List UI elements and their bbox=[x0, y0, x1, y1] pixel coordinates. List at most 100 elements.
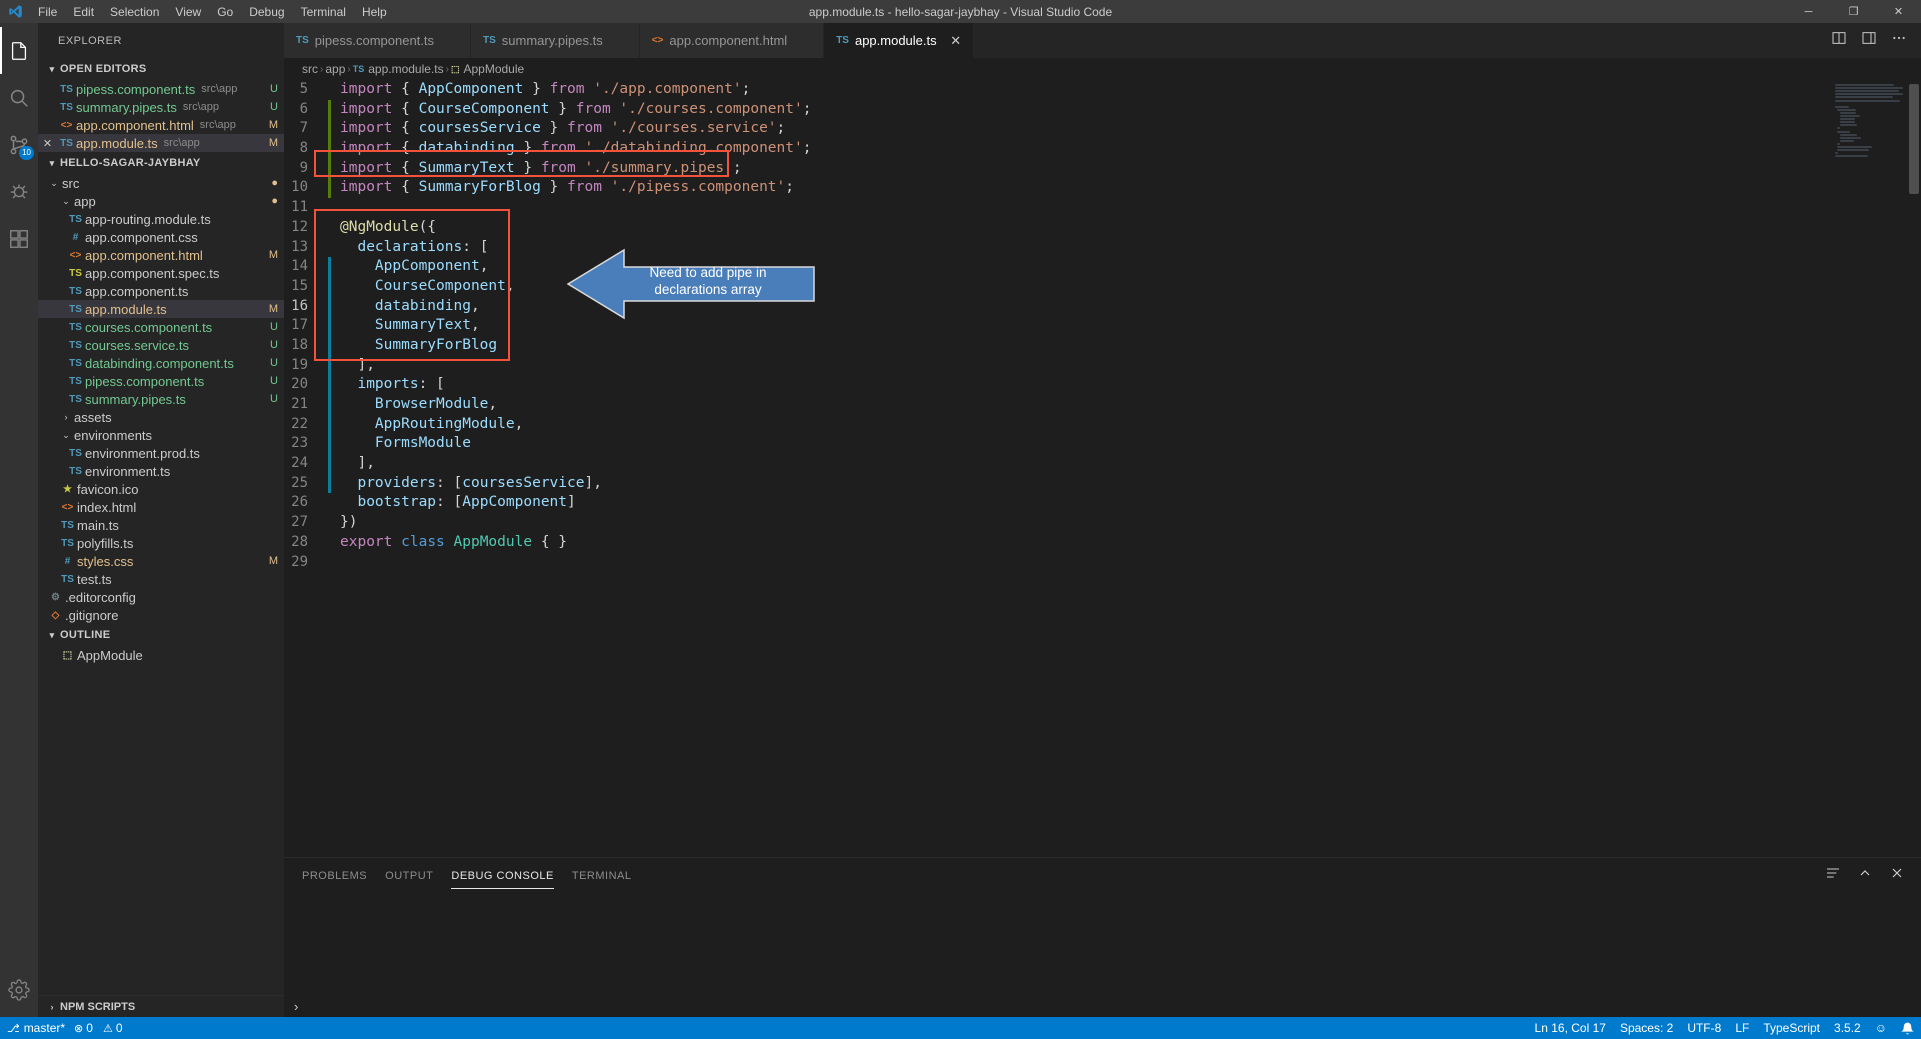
file-item[interactable]: TS databinding.component.ts U bbox=[38, 354, 284, 372]
file-item[interactable]: TS app.component.spec.ts bbox=[38, 264, 284, 282]
debug-console-input[interactable]: › bbox=[284, 995, 1921, 1017]
panel-tab[interactable]: PROBLEMS bbox=[302, 862, 367, 889]
code-text[interactable]: export class AppModule { } bbox=[331, 533, 567, 553]
status-branch[interactable]: ⎇ master* bbox=[0, 1017, 72, 1039]
code-line[interactable]: 6 import { CourseComponent } from './cour… bbox=[284, 99, 1831, 120]
panel-tab[interactable]: DEBUG CONSOLE bbox=[451, 862, 554, 889]
search-icon[interactable] bbox=[0, 74, 38, 121]
code-lines[interactable]: 5 import { AppComponent } from './app.com… bbox=[284, 80, 1831, 572]
status-encoding[interactable]: UTF-8 bbox=[1680, 1017, 1728, 1039]
editor-vertical-scrollbar[interactable] bbox=[1907, 80, 1921, 857]
status-cursor-position[interactable]: Ln 16, Col 17 bbox=[1528, 1017, 1613, 1039]
file-item[interactable]: TS app.module.ts M bbox=[38, 300, 284, 318]
open-editor-item[interactable]: TS pipess.component.ts src\app U bbox=[38, 80, 284, 98]
npm-scripts-header[interactable]: › NPM SCRIPTS bbox=[38, 995, 284, 1017]
file-item[interactable]: ★ favicon.ico bbox=[38, 480, 284, 498]
outline-item[interactable]: ⬚ AppModule bbox=[38, 646, 284, 664]
tab-close-icon[interactable]: ✕ bbox=[949, 33, 963, 49]
code-line[interactable]: 28 export class AppModule { } bbox=[284, 533, 1831, 553]
code-line[interactable]: 7 import { coursesService } from './cours… bbox=[284, 119, 1831, 140]
code-text[interactable]: import { databinding } from './databindi… bbox=[331, 139, 811, 159]
file-item[interactable]: TS polyfills.ts bbox=[38, 534, 284, 552]
code-line[interactable]: 27}) bbox=[284, 513, 1831, 533]
extensions-icon[interactable] bbox=[0, 215, 38, 262]
maximize-button[interactable]: ❐ bbox=[1831, 0, 1876, 23]
file-item[interactable]: TS app.component.ts bbox=[38, 282, 284, 300]
breadcrumb-item[interactable]: ⬚ AppModule bbox=[451, 62, 524, 76]
status-typescript-version[interactable]: 3.5.2 bbox=[1827, 1017, 1868, 1039]
scrollbar-thumb[interactable] bbox=[1909, 84, 1919, 194]
code-line[interactable]: 20 imports: [ bbox=[284, 375, 1831, 395]
code-line[interactable]: 10 import { SummaryForBlog } from './pipe… bbox=[284, 178, 1831, 199]
panel-tab[interactable]: OUTPUT bbox=[385, 862, 433, 889]
source-control-icon[interactable]: 10 bbox=[0, 121, 38, 168]
panel-tab[interactable]: TERMINAL bbox=[572, 862, 632, 889]
code-text[interactable] bbox=[331, 553, 349, 573]
code-text[interactable]: bootstrap: [AppComponent] bbox=[331, 493, 575, 513]
code-line[interactable]: 8 import { databinding } from './databind… bbox=[284, 139, 1831, 159]
folder-item[interactable]: ⌄ environments bbox=[38, 426, 284, 444]
menu-selection[interactable]: Selection bbox=[102, 2, 167, 22]
file-item[interactable]: ◇ .gitignore bbox=[38, 606, 284, 624]
file-item[interactable]: TS app-routing.module.ts bbox=[38, 210, 284, 228]
debug-icon[interactable] bbox=[0, 168, 38, 215]
code-text[interactable]: AppRoutingModule, bbox=[331, 415, 523, 435]
code-line[interactable]: 15 CourseComponent, bbox=[284, 276, 1831, 297]
debug-console-output[interactable] bbox=[284, 893, 1921, 995]
gear-icon[interactable] bbox=[0, 970, 38, 1017]
file-item[interactable]: TS environment.ts bbox=[38, 462, 284, 480]
code-line[interactable]: 17 SummaryText, bbox=[284, 316, 1831, 336]
file-item[interactable]: # app.component.css bbox=[38, 228, 284, 246]
breadcrumb-item[interactable]: TS app.module.ts bbox=[353, 62, 444, 76]
maximize-panel-icon[interactable] bbox=[1857, 865, 1873, 886]
code-text[interactable] bbox=[331, 198, 349, 218]
status-eol[interactable]: LF bbox=[1728, 1017, 1756, 1039]
folder-item[interactable]: ⌄ src ● bbox=[38, 174, 284, 192]
code-text[interactable]: import { coursesService } from './course… bbox=[331, 119, 785, 139]
file-item[interactable]: TS courses.service.ts U bbox=[38, 336, 284, 354]
menu-go[interactable]: Go bbox=[209, 2, 241, 22]
open-editor-item[interactable]: TS summary.pipes.ts src\app U bbox=[38, 98, 284, 116]
code-line[interactable]: 11 bbox=[284, 198, 1831, 218]
code-line[interactable]: 23 FormsModule bbox=[284, 434, 1831, 455]
code-line[interactable]: 16 databinding, bbox=[284, 296, 1831, 317]
code-text[interactable]: ], bbox=[331, 454, 374, 474]
file-item[interactable]: TS courses.component.ts U bbox=[38, 318, 284, 336]
code-text[interactable]: @NgModule({ bbox=[331, 218, 436, 238]
code-line[interactable]: 19 ], bbox=[284, 355, 1831, 376]
status-language-mode[interactable]: TypeScript bbox=[1756, 1017, 1827, 1039]
code-line[interactable]: 14 AppComponent, bbox=[284, 257, 1831, 277]
menu-help[interactable]: Help bbox=[354, 2, 395, 22]
notifications-bell-icon[interactable] bbox=[1894, 1017, 1921, 1039]
open-editor-item[interactable]: ✕ TS app.module.ts src\app M bbox=[38, 134, 284, 152]
file-item[interactable]: TS test.ts bbox=[38, 570, 284, 588]
file-item[interactable]: TS environment.prod.ts bbox=[38, 444, 284, 462]
code-text[interactable]: }) bbox=[331, 513, 357, 533]
breadcrumb-item[interactable]: app bbox=[325, 62, 345, 76]
menu-view[interactable]: View bbox=[167, 2, 209, 22]
code-line[interactable]: 21 BrowserModule, bbox=[284, 395, 1831, 415]
code-line[interactable]: 26 bootstrap: [AppComponent] bbox=[284, 493, 1831, 513]
menu-file[interactable]: File bbox=[30, 2, 65, 22]
code-text[interactable]: import { AppComponent } from './app.comp… bbox=[331, 80, 750, 100]
code-line[interactable]: 22 AppRoutingModule, bbox=[284, 414, 1831, 435]
code-line[interactable]: 12 @NgModule({ bbox=[284, 218, 1831, 238]
file-item[interactable]: ⚙ .editorconfig bbox=[38, 588, 284, 606]
minimize-button[interactable]: ─ bbox=[1786, 0, 1831, 23]
editor-tab[interactable]: TS summary.pipes.ts bbox=[471, 23, 640, 58]
close-panel-icon[interactable] bbox=[1889, 865, 1905, 886]
code-text[interactable]: databinding, bbox=[331, 297, 480, 317]
project-header[interactable]: ▾ HELLO-SAGAR-JAYBHAY bbox=[38, 152, 284, 174]
breadcrumb-item[interactable]: src bbox=[302, 62, 318, 76]
code-text[interactable]: FormsModule bbox=[331, 434, 471, 454]
code-text[interactable]: declarations: [ bbox=[331, 238, 488, 258]
code-text[interactable]: import { SummaryForBlog } from './pipess… bbox=[331, 178, 794, 198]
code-line[interactable]: 25 providers: [coursesService], bbox=[284, 473, 1831, 494]
code-text[interactable]: import { CourseComponent } from './cours… bbox=[331, 100, 811, 120]
code-text[interactable]: imports: [ bbox=[331, 375, 444, 395]
file-item[interactable]: # styles.css M bbox=[38, 552, 284, 570]
open-changes-icon[interactable] bbox=[1861, 30, 1877, 51]
explorer-icon[interactable] bbox=[0, 27, 38, 74]
code-text[interactable]: CourseComponent, bbox=[331, 277, 515, 297]
code-line[interactable]: 29 bbox=[284, 553, 1831, 573]
